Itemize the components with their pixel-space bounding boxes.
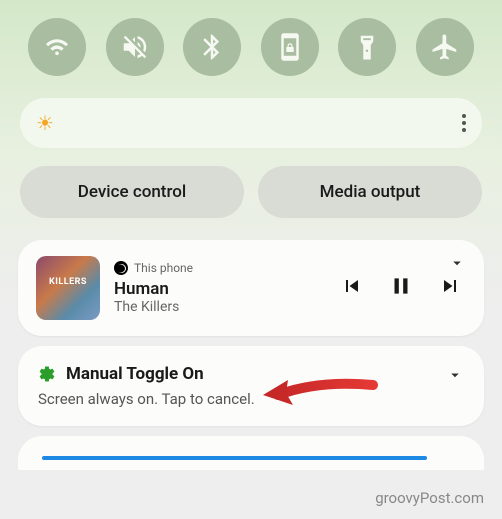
notification-card[interactable]: Manual Toggle On Screen always on. Tap t… bbox=[18, 346, 484, 426]
media-artist: The Killers bbox=[114, 299, 326, 315]
expand-notification-chevron[interactable] bbox=[446, 366, 464, 384]
quick-settings-row bbox=[0, 0, 502, 90]
brightness-menu[interactable] bbox=[462, 114, 466, 132]
rotation-lock-icon bbox=[275, 32, 305, 62]
device-media-row: Device control Media output bbox=[0, 162, 502, 230]
mute-toggle[interactable] bbox=[106, 18, 164, 76]
mute-icon bbox=[120, 32, 150, 62]
media-source-label: This phone bbox=[134, 261, 193, 275]
brightness-slider[interactable]: ☀ bbox=[20, 98, 482, 148]
wifi-icon bbox=[42, 32, 72, 62]
device-control-button[interactable]: Device control bbox=[20, 166, 244, 218]
brightness-icon: ☀ bbox=[36, 111, 54, 135]
bluetooth-icon bbox=[197, 32, 227, 62]
download-card[interactable] bbox=[18, 436, 484, 470]
previous-button[interactable] bbox=[340, 274, 364, 302]
media-title: Human bbox=[114, 279, 326, 299]
airplane-toggle[interactable] bbox=[416, 18, 474, 76]
notification-body: Screen always on. Tap to cancel. bbox=[38, 390, 464, 408]
chevron-down-icon bbox=[448, 254, 466, 272]
gear-icon bbox=[38, 365, 56, 383]
pause-button[interactable] bbox=[388, 273, 414, 303]
flashlight-icon bbox=[352, 32, 382, 62]
album-art bbox=[36, 256, 100, 320]
airplane-icon bbox=[430, 32, 460, 62]
expand-media-chevron[interactable] bbox=[448, 254, 466, 272]
next-button[interactable] bbox=[438, 274, 462, 302]
rotation-lock-toggle[interactable] bbox=[261, 18, 319, 76]
spotify-icon bbox=[114, 261, 128, 275]
progress-bar bbox=[42, 456, 427, 460]
media-player-card[interactable]: This phone Human The Killers bbox=[18, 240, 484, 336]
wifi-toggle[interactable] bbox=[28, 18, 86, 76]
media-info: This phone Human The Killers bbox=[114, 261, 326, 315]
bluetooth-toggle[interactable] bbox=[183, 18, 241, 76]
media-output-button[interactable]: Media output bbox=[258, 166, 482, 218]
chevron-down-icon bbox=[446, 366, 464, 384]
media-controls bbox=[340, 273, 462, 303]
watermark: groovyPost.com bbox=[375, 489, 484, 507]
notification-title: Manual Toggle On bbox=[66, 364, 204, 384]
flashlight-toggle[interactable] bbox=[338, 18, 396, 76]
